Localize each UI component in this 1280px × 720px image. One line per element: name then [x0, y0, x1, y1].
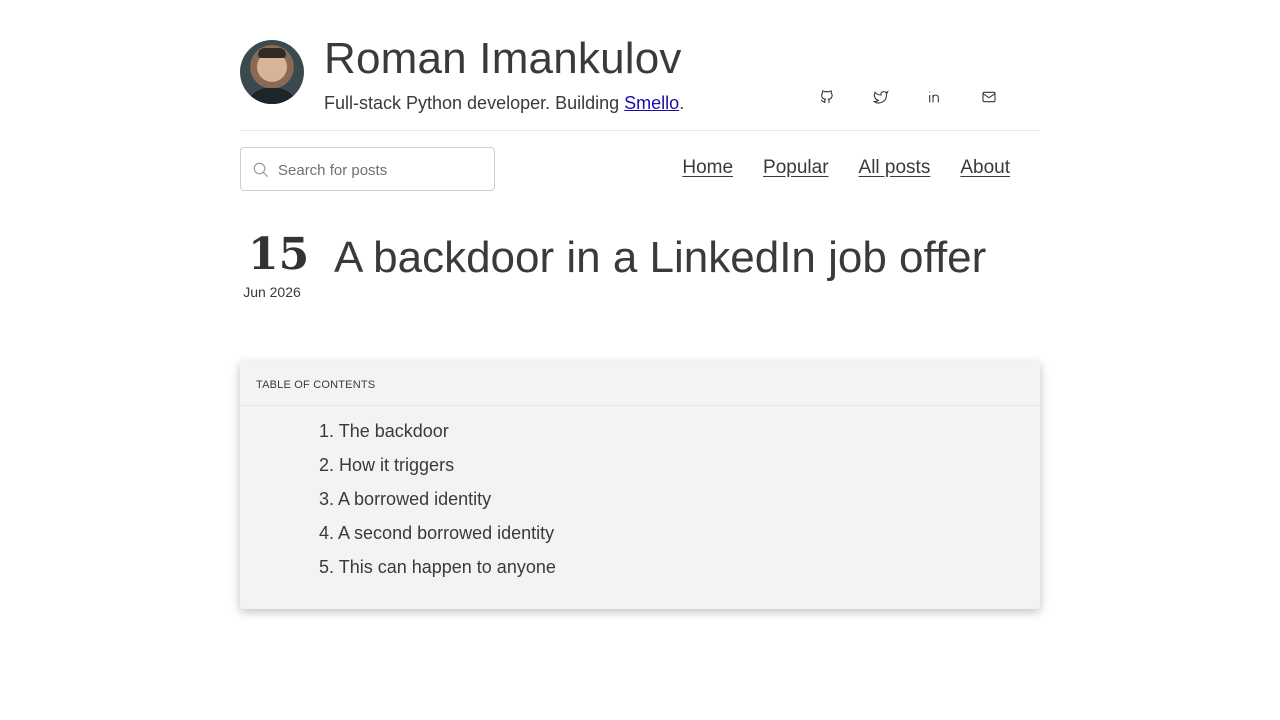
post-title: A backdoor in a LinkedIn job offer	[334, 233, 987, 282]
site-header: Roman Imankulov Full-stack Python develo…	[240, 0, 1040, 131]
main-nav: Home Popular All posts About	[682, 157, 1010, 179]
avatar[interactable]	[240, 40, 304, 104]
nav-all-posts[interactable]: All posts	[859, 157, 931, 179]
smello-link[interactable]: Smello	[624, 93, 679, 113]
social-links	[818, 88, 998, 106]
table-of-contents: TABLE OF CONTENTS 1. The backdoor 2. How…	[240, 361, 1040, 609]
nav-home[interactable]: Home	[682, 157, 733, 179]
toc-item-number: 5.	[319, 557, 335, 577]
avatar-hair	[258, 48, 286, 58]
post-date-month: Jun 2026	[243, 284, 301, 300]
tagline-suffix: .	[679, 93, 685, 113]
toc-link-this-can-happen-to-anyone[interactable]: 5. This can happen to anyone	[319, 557, 556, 577]
toc-item: 5. This can happen to anyone	[319, 556, 1040, 590]
toc-item-label: This can happen to anyone	[338, 557, 556, 577]
site-title[interactable]: Roman Imankulov	[324, 32, 682, 86]
toc-list: 1. The backdoor 2. How it triggers 3. A …	[240, 406, 1040, 590]
toc-item-label: A second borrowed identity	[338, 523, 555, 543]
avatar-shirt	[246, 88, 298, 104]
toc-item-label: A borrowed identity	[338, 489, 492, 509]
toc-item-label: How it triggers	[339, 455, 455, 475]
linkedin-icon[interactable]	[926, 88, 944, 106]
search-input[interactable]	[276, 148, 490, 192]
toc-link-a-second-borrowed-identity[interactable]: 4. A second borrowed identity	[319, 523, 554, 543]
toc-item: 3. A borrowed identity	[319, 488, 1040, 522]
twitter-icon[interactable]	[872, 88, 890, 106]
toc-item: 1. The backdoor	[319, 420, 1040, 454]
mail-icon[interactable]	[980, 88, 998, 106]
toc-item: 4. A second borrowed identity	[319, 522, 1040, 556]
nav-about[interactable]: About	[960, 157, 1010, 179]
search-icon	[253, 162, 269, 178]
github-icon[interactable]	[818, 88, 836, 106]
tagline-text: Full-stack Python developer. Building	[324, 93, 625, 113]
toc-item-label: The backdoor	[338, 421, 449, 441]
toolbar: Home Popular All posts About	[240, 131, 1040, 211]
toc-link-a-borrowed-identity[interactable]: 3. A borrowed identity	[319, 489, 491, 509]
toc-link-how-it-triggers[interactable]: 2. How it triggers	[319, 455, 454, 475]
toc-item-number: 2.	[319, 455, 335, 475]
toc-item-number: 1.	[319, 421, 335, 441]
post-date-day: 15	[248, 229, 310, 280]
page: Roman Imankulov Full-stack Python develo…	[240, 0, 1040, 609]
toc-item-number: 4.	[319, 523, 335, 543]
toc-item-number: 3.	[319, 489, 335, 509]
search-box	[240, 147, 495, 192]
post-header: 15 Jun 2026 A backdoor in a LinkedIn job…	[240, 211, 1040, 361]
toc-heading: TABLE OF CONTENTS	[240, 361, 1040, 406]
nav-popular[interactable]: Popular	[763, 157, 829, 179]
toc-item: 2. How it triggers	[319, 454, 1040, 488]
site-tagline: Full-stack Python developer. Building Sm…	[324, 92, 684, 114]
toc-link-the-backdoor[interactable]: 1. The backdoor	[319, 421, 449, 441]
